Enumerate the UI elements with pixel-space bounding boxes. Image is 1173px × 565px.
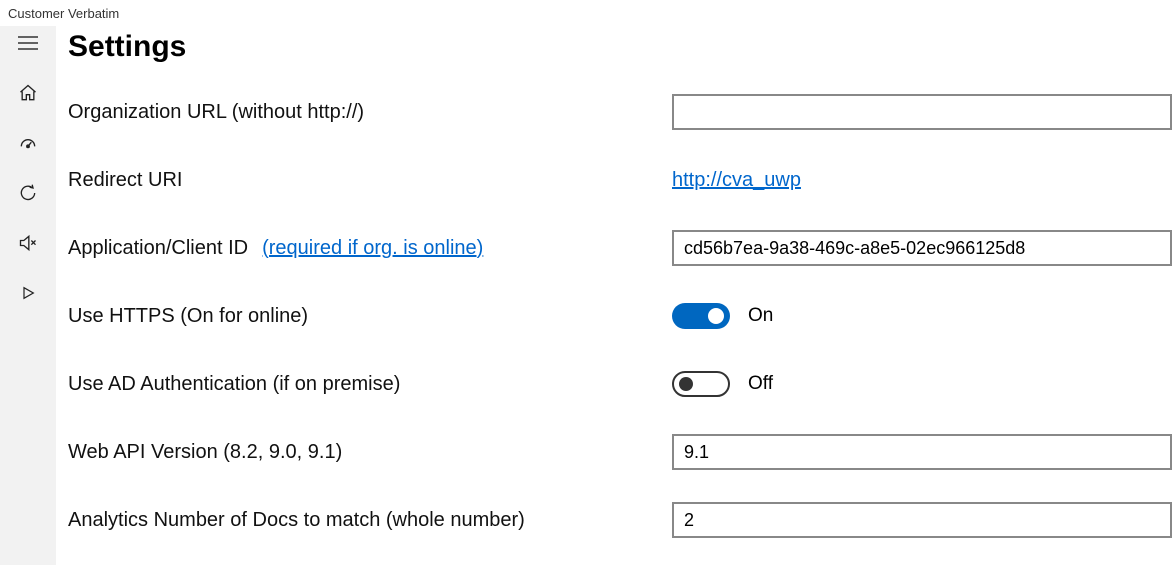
- mute-icon[interactable]: [17, 232, 39, 254]
- row-redirect-uri: Redirect URI http://cva_uwp: [68, 146, 1173, 214]
- label-client-id: Application/Client ID: [68, 237, 248, 260]
- input-org-url[interactable]: [672, 94, 1172, 130]
- row-client-id: Application/Client ID (required if org. …: [68, 214, 1173, 282]
- label-org-url: Organization URL (without http://): [68, 101, 672, 124]
- toggle-use-https[interactable]: [672, 303, 730, 329]
- toggle-use-ad-auth-state: Off: [748, 373, 773, 395]
- toggle-use-https-state: On: [748, 305, 773, 327]
- input-analytics-docs[interactable]: [672, 502, 1172, 538]
- hint-client-id[interactable]: (required if org. is online): [262, 237, 483, 260]
- label-api-version: Web API Version (8.2, 9.0, 9.1): [68, 441, 672, 464]
- hamburger-icon[interactable]: [17, 32, 39, 54]
- label-analytics-docs: Analytics Number of Docs to match (whole…: [68, 509, 672, 532]
- input-client-id[interactable]: [672, 230, 1172, 266]
- row-api-version: Web API Version (8.2, 9.0, 9.1): [68, 418, 1173, 486]
- sidebar: [0, 26, 56, 565]
- label-use-https: Use HTTPS (On for online): [68, 305, 672, 328]
- row-org-url: Organization URL (without http://): [68, 78, 1173, 146]
- speedometer-icon[interactable]: [17, 132, 39, 154]
- window-title: Customer Verbatim: [0, 0, 1173, 26]
- row-use-https: Use HTTPS (On for online) On: [68, 282, 1173, 350]
- home-icon[interactable]: [17, 82, 39, 104]
- toggle-use-ad-auth[interactable]: [672, 371, 730, 397]
- row-use-ad-auth: Use AD Authentication (if on premise) Of…: [68, 350, 1173, 418]
- play-icon[interactable]: [17, 282, 39, 304]
- label-use-ad-auth: Use AD Authentication (if on premise): [68, 373, 672, 396]
- refresh-icon[interactable]: [17, 182, 39, 204]
- page-title: Settings: [68, 30, 1173, 64]
- input-api-version[interactable]: [672, 434, 1172, 470]
- settings-panel: Settings Organization URL (without http:…: [56, 26, 1173, 565]
- row-analytics-docs: Analytics Number of Docs to match (whole…: [68, 486, 1173, 554]
- link-redirect-uri[interactable]: http://cva_uwp: [672, 169, 801, 192]
- label-redirect-uri: Redirect URI: [68, 169, 672, 192]
